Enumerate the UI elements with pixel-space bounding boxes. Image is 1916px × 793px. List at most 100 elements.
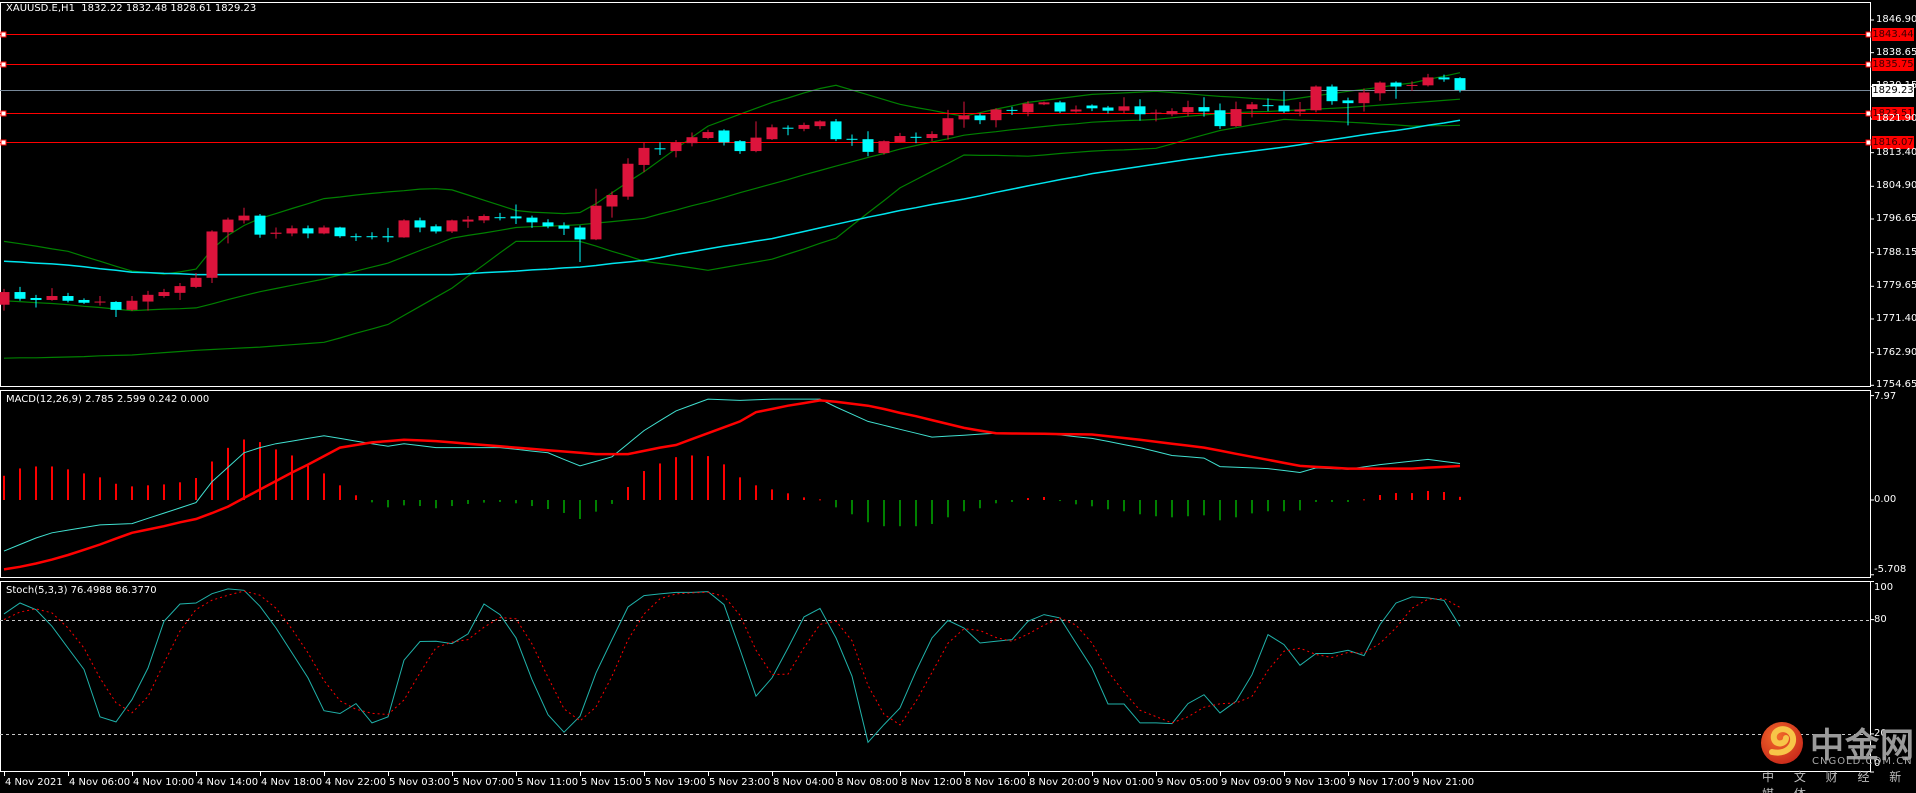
macd-histogram-bar [915, 500, 917, 527]
macd-histogram-bar [1171, 500, 1173, 518]
macd-histogram-bar [1027, 498, 1029, 500]
candle-body [782, 127, 794, 129]
time-axis-label: 4 Nov 22:00 [325, 777, 387, 788]
macd-histogram-bar [1347, 500, 1349, 502]
candle-body [590, 205, 602, 240]
candle-body [798, 124, 810, 129]
time-axis-label: 8 Nov 08:00 [837, 777, 899, 788]
macd-histogram-bar [1203, 500, 1205, 516]
macd-histogram-bar [1459, 496, 1461, 500]
logo-tagline: 中 文 财 经 新 媒 体 [1762, 770, 1910, 793]
macd-readout: MACD(12,26,9) 2.785 2.599 0.242 0.000 [6, 394, 209, 406]
macd-histogram-bar [131, 486, 133, 500]
macd-histogram-bar [835, 500, 837, 508]
candle-body [190, 277, 202, 287]
bollinger-lower-line [3, 118, 1461, 359]
candle-body [478, 216, 490, 221]
macd-histogram-bar [243, 439, 245, 500]
time-axis-label: 9 Nov 09:00 [1221, 777, 1283, 788]
candle-body [558, 225, 570, 229]
candle-body [1182, 107, 1194, 113]
bollinger-upper-line [3, 72, 1461, 275]
macd-histogram-bar [1059, 500, 1061, 502]
candle-body [814, 121, 826, 127]
macd-histogram-bar [1363, 499, 1365, 501]
price-axis-label: 1788.15 [1876, 246, 1916, 258]
macd-histogram-bar [1267, 500, 1269, 512]
time-axis-label: 5 Nov 03:00 [389, 777, 451, 788]
macd-histogram-bar [899, 500, 901, 527]
macd-panel-frame [0, 390, 1871, 578]
macd-histogram-bar [259, 442, 261, 500]
candle-body [158, 292, 170, 297]
candle-body [1342, 100, 1354, 104]
candle-body [350, 236, 362, 238]
candle-body [878, 141, 890, 154]
candle-body [1454, 78, 1466, 90]
candle-body [1086, 105, 1098, 109]
macd-histogram-bar [707, 456, 709, 500]
candle-body [846, 138, 858, 140]
price-overlays [3, 72, 1461, 359]
candle-body [1102, 107, 1114, 111]
macd-histogram-bar [387, 500, 389, 508]
macd-histogram-bar [275, 449, 277, 500]
macd-histogram-bar [883, 500, 885, 527]
candle-body [414, 220, 426, 228]
macd-histogram-bar [323, 473, 325, 500]
time-axis-label: 4 Nov 14:00 [197, 777, 259, 788]
candle-body [1246, 104, 1258, 110]
macd-histogram-bar [1427, 490, 1429, 500]
candle-body [1438, 77, 1450, 80]
price-axis-label: 1762.90 [1876, 346, 1916, 358]
candle-body [1038, 102, 1050, 105]
macd-histogram-bar [3, 475, 5, 500]
candle-body [1310, 86, 1322, 111]
chart-canvas[interactable] [0, 0, 1916, 793]
candle-body [542, 222, 554, 227]
level-handle-right [1865, 61, 1872, 68]
candle-body [1278, 105, 1290, 112]
candle-body [1390, 82, 1402, 87]
macd-histogram-bar [83, 473, 85, 500]
candle-body [30, 297, 42, 300]
candle-body [974, 115, 986, 121]
macd-histogram-bar [1331, 500, 1333, 502]
level-price-label[interactable]: 1843.44 [1872, 27, 1914, 41]
candle-body [1230, 109, 1242, 127]
candle-body [766, 127, 778, 140]
candle-body [1118, 106, 1130, 111]
horizontal-levels[interactable] [0, 31, 1872, 146]
time-axis-label: 4 Nov 10:00 [133, 777, 195, 788]
candle-body [734, 141, 746, 152]
panel-frames [0, 2, 1871, 772]
stoch-readout: Stoch(5,3,3) 76.4988 86.3770 [6, 585, 157, 597]
macd-histogram-bar [307, 465, 309, 500]
candle-body [574, 227, 586, 240]
candle-body [286, 228, 298, 234]
candle-body [1150, 112, 1162, 114]
candle-body [622, 163, 634, 197]
time-axis-label: 8 Nov 04:00 [773, 777, 835, 788]
candle-body [398, 220, 410, 238]
candle-body [462, 219, 474, 222]
candle-body [430, 226, 442, 232]
time-axis-label: 4 Nov 06:00 [69, 777, 131, 788]
candle-body [1022, 103, 1034, 113]
macd-histogram-bar [675, 457, 677, 500]
macd-histogram-bar [723, 464, 725, 500]
macd-histogram-bar [51, 466, 53, 500]
macd-histogram-bar [1395, 493, 1397, 500]
macd-histogram-bar [611, 500, 613, 504]
macd-histogram-bar [419, 500, 421, 507]
macd-histogram-bar [499, 500, 501, 502]
macd-histogram-bar [339, 485, 341, 500]
level-price-label[interactable]: 1835.75 [1872, 57, 1914, 71]
candle-body [702, 132, 714, 139]
stoch-title: Stoch(5,3,3) [6, 585, 68, 596]
macd-histogram-bar [99, 477, 101, 500]
candle-body [894, 136, 906, 142]
macd-histogram-bar [1235, 500, 1237, 518]
macd-histogram-bar [403, 500, 405, 506]
macd-histogram-bar [659, 463, 661, 500]
